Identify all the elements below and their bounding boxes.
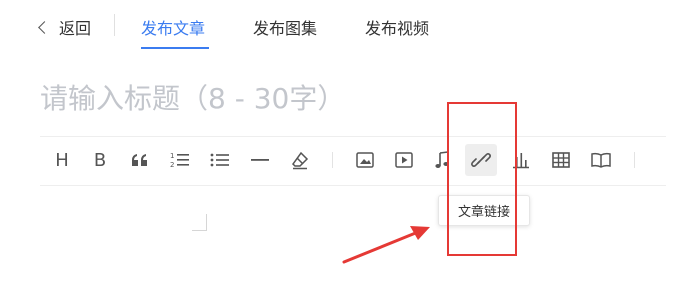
toolbar-bottom-divider [40, 185, 666, 186]
insert-book-button[interactable] [585, 144, 617, 176]
annotation-highlight-box [447, 102, 517, 256]
back-label: 返回 [59, 19, 92, 38]
svg-text:1: 1 [170, 152, 174, 160]
tab-publish-video[interactable]: 发布视频 [365, 15, 429, 39]
heading-button[interactable]: H [46, 144, 78, 176]
book-icon [591, 152, 611, 168]
quote-button[interactable] [124, 144, 156, 176]
table-icon [552, 152, 570, 168]
editor-toolbar: H B 1 2 [40, 136, 680, 184]
unordered-list-button[interactable] [204, 144, 236, 176]
insert-table-button[interactable] [545, 144, 577, 176]
back-button[interactable]: 返回 [38, 15, 92, 39]
top-navigation: 返回 发布文章 发布图集 发布视频 [0, 0, 691, 52]
insert-image-button[interactable] [349, 144, 381, 176]
editor-body-corner [192, 214, 207, 231]
tab-publish-gallery[interactable]: 发布图集 [253, 15, 317, 39]
bold-button[interactable]: B [84, 144, 116, 176]
annotation-arrow-icon [342, 226, 430, 264]
unordered-list-icon [210, 151, 230, 169]
header-divider [114, 14, 115, 36]
image-icon [356, 152, 374, 168]
horizontal-rule-button[interactable] [244, 144, 276, 176]
toolbar-divider [634, 152, 635, 168]
horizontal-rule-icon [250, 151, 270, 169]
active-tab-indicator [141, 47, 209, 49]
chevron-left-icon [38, 21, 51, 34]
heading-icon: H [55, 149, 69, 171]
clear-format-button[interactable] [284, 144, 316, 176]
tab-publish-article[interactable]: 发布文章 [141, 15, 205, 39]
video-icon [395, 152, 413, 168]
ordered-list-button[interactable]: 1 2 [164, 144, 196, 176]
toolbar-divider [332, 152, 333, 168]
title-input[interactable] [40, 78, 640, 118]
ordered-list-icon: 1 2 [170, 151, 190, 169]
bold-icon: B [93, 149, 107, 171]
quote-icon [131, 153, 149, 167]
insert-video-button[interactable] [388, 144, 420, 176]
svg-text:2: 2 [170, 161, 174, 169]
eraser-icon [290, 150, 310, 170]
